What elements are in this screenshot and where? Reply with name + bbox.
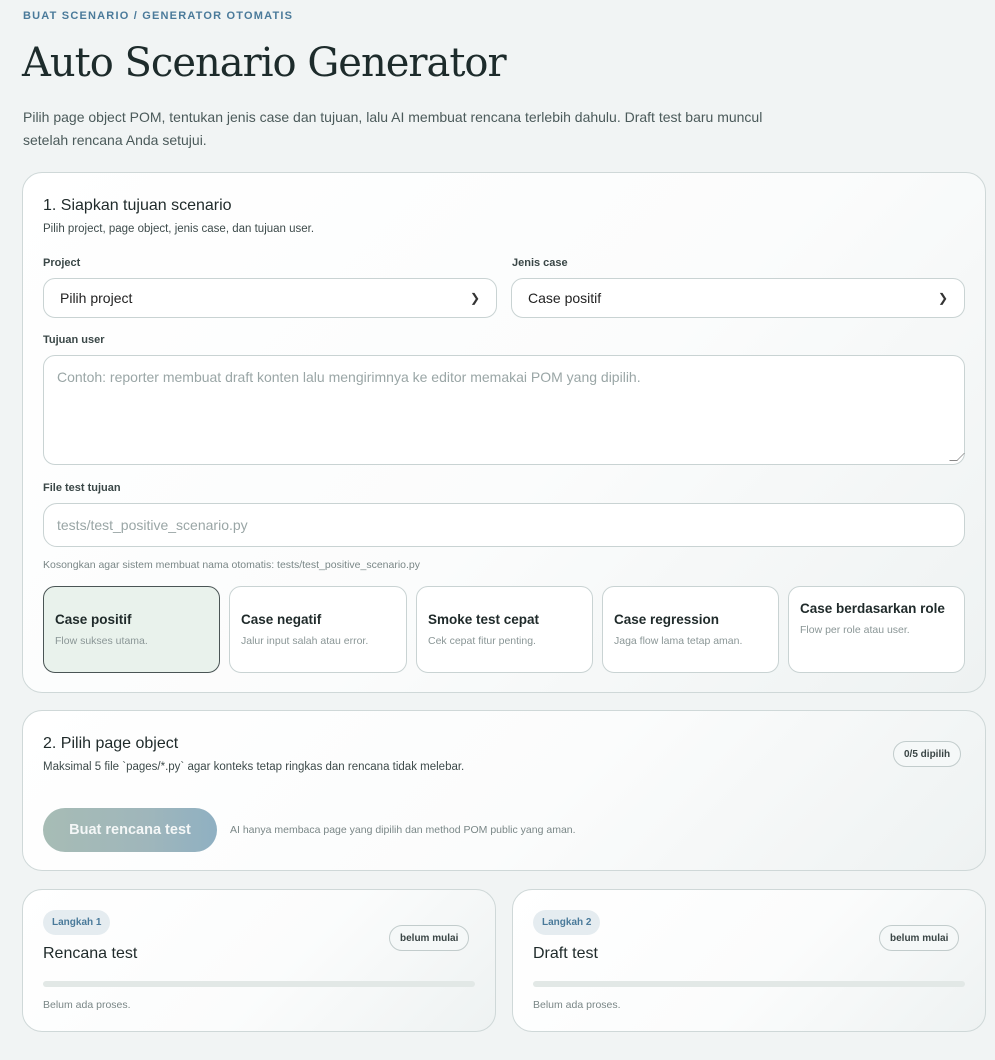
scenario-goal-card: 1. Siapkan tujuan scenario Pilih project… xyxy=(22,172,986,693)
page-object-card: 2. Pilih page object Maksimal 5 file `pa… xyxy=(22,710,986,871)
project-label: Project xyxy=(43,257,81,269)
case-option-smoke[interactable]: Smoke test cepat Cek cepat fitur penting… xyxy=(416,586,593,673)
step-status-text: Belum ada proses. xyxy=(43,999,131,1011)
progress-bar xyxy=(43,981,475,987)
generate-hint: AI hanya membaca page yang dipilih dan m… xyxy=(230,824,576,836)
user-goal-label: Tujuan user xyxy=(43,334,105,346)
page-title: Auto Scenario Generator xyxy=(22,40,507,86)
case-type-select-value: Case positif xyxy=(528,290,602,306)
user-goal-placeholder: Contoh: reporter membuat draft konten la… xyxy=(57,369,641,385)
step-title: Draft test xyxy=(533,945,598,962)
case-option-role[interactable]: Case berdasarkan role Flow per role atau… xyxy=(788,586,965,673)
step-pill: Langkah 2 xyxy=(533,910,601,935)
case-option-subtitle: Jalur input salah atau error. xyxy=(241,635,369,647)
target-file-placeholder: tests/test_positive_scenario.py xyxy=(57,517,248,533)
user-goal-textarea[interactable]: Contoh: reporter membuat draft konten la… xyxy=(43,355,965,465)
step-status-text: Belum ada proses. xyxy=(533,999,621,1011)
case-option-subtitle: Cek cepat fitur penting. xyxy=(428,635,536,647)
step-card-plan: Langkah 1 Rencana test belum mulai Belum… xyxy=(22,889,496,1032)
case-option-title: Case positif xyxy=(55,612,132,627)
case-option-regression[interactable]: Case regression Jaga flow lama tetap ama… xyxy=(602,586,779,673)
project-select[interactable]: Pilih project ❯ xyxy=(43,278,497,318)
generate-plan-button[interactable]: Buat rencana test xyxy=(43,808,217,852)
project-select-value: Pilih project xyxy=(60,290,133,306)
section-subtitle: Pilih project, page object, jenis case, … xyxy=(43,223,315,235)
target-file-input[interactable]: tests/test_positive_scenario.py xyxy=(43,503,965,547)
step-card-draft: Langkah 2 Draft test belum mulai Belum a… xyxy=(512,889,986,1032)
case-type-select[interactable]: Case positif ❯ xyxy=(511,278,965,318)
step-pill: Langkah 1 xyxy=(43,910,111,935)
case-option-title: Case negatif xyxy=(241,612,322,627)
case-type-label: Jenis case xyxy=(512,257,568,269)
page-description: Pilih page object POM, tentukan jenis ca… xyxy=(23,109,763,148)
case-option-title: Case berdasarkan role xyxy=(800,601,945,616)
case-option-subtitle: Jaga flow lama tetap aman. xyxy=(614,635,743,647)
target-file-label: File test tujuan xyxy=(43,482,121,494)
section-subtitle: Maksimal 5 file `pages/*.py` agar kontek… xyxy=(43,761,465,773)
section-title: 2. Pilih page object xyxy=(43,735,179,752)
selected-count-badge: 0/5 dipilih xyxy=(893,741,962,767)
chevron-down-icon: ❯ xyxy=(469,291,480,305)
case-option-title: Smoke test cepat xyxy=(428,612,540,627)
resize-grip-icon[interactable] xyxy=(949,453,965,461)
progress-bar xyxy=(533,981,965,987)
target-file-hint: Kosongkan agar sistem membuat nama otoma… xyxy=(43,559,421,571)
case-option-subtitle: Flow per role atau user. xyxy=(800,624,910,636)
status-badge: belum mulai xyxy=(389,925,470,951)
breadcrumb: BUAT SCENARIO / GENERATOR OTOMATIS xyxy=(23,10,294,22)
step-title: Rencana test xyxy=(43,945,138,962)
chevron-down-icon: ❯ xyxy=(937,291,948,305)
status-badge: belum mulai xyxy=(879,925,960,951)
case-option-subtitle: Flow sukses utama. xyxy=(55,635,148,647)
case-option-positive[interactable]: Case positif Flow sukses utama. xyxy=(43,586,220,673)
case-option-title: Case regression xyxy=(614,612,720,627)
case-option-negative[interactable]: Case negatif Jalur input salah atau erro… xyxy=(229,586,407,673)
section-title: 1. Siapkan tujuan scenario xyxy=(43,197,232,214)
